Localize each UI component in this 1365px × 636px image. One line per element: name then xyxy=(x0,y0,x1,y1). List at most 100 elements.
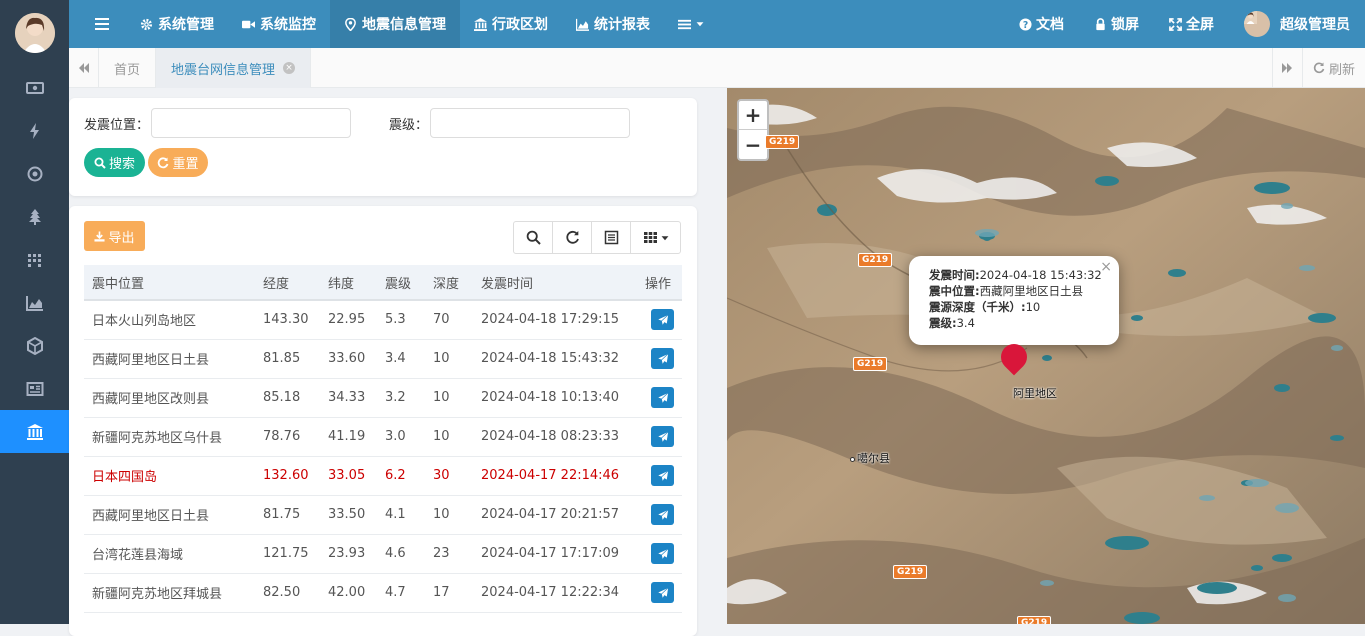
cell-loc: 西藏阿里地区改则县 xyxy=(84,378,255,418)
popup-depth-line: 震源深度（千米）:10 xyxy=(929,299,1119,315)
locate-on-map-button[interactable] xyxy=(651,543,674,564)
export-button[interactable]: 导出 xyxy=(84,221,145,251)
sidebar-item-news[interactable] xyxy=(0,367,69,410)
lock-screen-link[interactable]: 锁屏 xyxy=(1079,0,1154,48)
sidebar-item-bolt[interactable] xyxy=(0,109,69,152)
refresh-tab-button[interactable]: 刷新 xyxy=(1301,48,1365,88)
cell-time: 2024-04-17 17:17:09 xyxy=(473,534,637,574)
paper-plane-icon xyxy=(656,547,669,560)
magnitude-input[interactable] xyxy=(430,108,631,138)
popup-time-label: 发震时间: xyxy=(929,268,980,282)
map-view[interactable]: + − G219 G219 G219 G219 G219 阿里地区 噶尔县 × … xyxy=(727,88,1365,624)
popup-mag-line: 震级:3.4 xyxy=(929,315,1119,331)
locate-on-map-button[interactable] xyxy=(651,465,674,486)
cell-lat: 41.19 xyxy=(320,417,377,457)
paper-plane-icon xyxy=(656,352,669,365)
locate-on-map-button[interactable] xyxy=(651,504,674,525)
locate-on-map-button[interactable] xyxy=(651,348,674,369)
cell-lat: 33.50 xyxy=(320,495,377,535)
tab-home[interactable]: 首页 xyxy=(99,48,157,88)
double-left-icon xyxy=(78,63,89,73)
columns-dropdown-button[interactable] xyxy=(631,222,680,253)
cube-icon xyxy=(26,336,43,355)
road-label: G219 xyxy=(1017,616,1052,624)
tab-earthquake-network[interactable]: 地震台网信息管理 × xyxy=(156,48,312,88)
cell-lng: 85.18 xyxy=(255,378,320,418)
cell-depth: 23 xyxy=(425,534,473,574)
popup-loc-line: 震中位置:西藏阿里地区日土县 xyxy=(929,283,1119,299)
zoom-out-button[interactable]: − xyxy=(739,130,767,159)
area-chart-icon xyxy=(576,18,589,31)
nav-admin-division[interactable]: 行政区划 xyxy=(460,0,562,48)
zoom-in-button[interactable]: + xyxy=(739,101,767,130)
close-tab-icon[interactable]: × xyxy=(283,62,296,74)
table-row: 西藏阿里地区改则县 85.18 34.33 3.2 10 2024-04-18 10:13… xyxy=(84,378,682,418)
reset-button[interactable]: 重置 xyxy=(148,148,208,177)
col-header[interactable]: 纬度 xyxy=(320,265,377,301)
paper-plane-icon xyxy=(656,508,669,521)
sidebar-item-tree[interactable] xyxy=(0,195,69,238)
locate-on-map-button[interactable] xyxy=(651,387,674,408)
cell-action xyxy=(637,417,682,457)
tabs-scroll-left-button[interactable] xyxy=(69,48,99,88)
toggle-search-button[interactable] xyxy=(514,222,553,253)
tabs-scroll-right-button[interactable] xyxy=(1271,48,1302,88)
table-row: 西藏阿里地区日土县 81.75 33.50 4.1 10 2024-04-17 20:21… xyxy=(84,495,682,535)
table-body: 日本火山列岛地区 143.30 22.95 5.3 70 2024-04-18 17:29… xyxy=(84,300,682,613)
table-row: 日本四国岛 132.60 33.05 6.2 30 2024-04-17 22:14:46 xyxy=(84,456,682,496)
popup-loc-label: 震中位置: xyxy=(929,284,980,298)
popup-mag-value: 3.4 xyxy=(956,316,975,330)
cell-lat: 22.95 xyxy=(320,300,377,340)
table-panel: 导出 震中位置 经度 纬度 震级 深度 发震时间 操作 日本火山列岛地区 143… xyxy=(69,206,697,636)
refresh-icon xyxy=(158,156,169,168)
col-header[interactable]: 震级 xyxy=(377,265,425,301)
sidebar-item-money[interactable] xyxy=(0,66,69,109)
sidebar-item-cube[interactable] xyxy=(0,324,69,367)
search-button[interactable]: 搜索 xyxy=(84,148,145,177)
sidebar-item-chart[interactable] xyxy=(0,281,69,324)
cell-mag: 3.0 xyxy=(377,417,425,457)
cell-loc: 西藏阿里地区日土县 xyxy=(84,339,255,379)
col-header[interactable]: 深度 xyxy=(425,265,473,301)
col-header[interactable]: 震中位置 xyxy=(84,265,255,301)
lock-label: 锁屏 xyxy=(1111,17,1139,33)
refresh-icon xyxy=(1313,62,1325,74)
doc-link[interactable]: ? 文档 xyxy=(1004,0,1079,48)
nav-earthquake-info[interactable]: 地震信息管理 xyxy=(330,0,460,48)
avatar[interactable] xyxy=(14,13,55,53)
popup-time-line: 发震时间:2024-04-18 15:43:32 xyxy=(929,267,1119,283)
sidebar-item-bank[interactable] xyxy=(0,410,69,453)
road-label: G219 xyxy=(853,357,888,371)
map-pin-icon xyxy=(345,17,356,31)
cell-depth: 70 xyxy=(425,300,473,340)
location-input[interactable] xyxy=(151,108,352,138)
col-header[interactable]: 经度 xyxy=(255,265,320,301)
tab-label: 首页 xyxy=(114,62,141,78)
sidebar-item-grid[interactable] xyxy=(0,238,69,281)
locate-on-map-button[interactable] xyxy=(651,582,674,603)
toggle-view-button[interactable] xyxy=(592,222,631,253)
cell-mag: 3.4 xyxy=(377,339,425,379)
menu-toggle-button[interactable] xyxy=(87,13,117,35)
nav-system-monitor[interactable]: 系统监控 xyxy=(228,0,330,48)
sidebar-item-target[interactable] xyxy=(0,152,69,195)
bank-icon xyxy=(26,423,43,440)
cell-mag: 3.2 xyxy=(377,378,425,418)
cell-depth: 10 xyxy=(425,495,473,535)
refresh-table-button[interactable] xyxy=(553,222,592,253)
nav-statistics[interactable]: 统计报表 xyxy=(562,0,664,48)
locate-on-map-button[interactable] xyxy=(651,426,674,447)
fullscreen-link[interactable]: 全屏 xyxy=(1154,0,1229,48)
locate-on-map-button[interactable] xyxy=(651,309,674,331)
cell-mag: 4.6 xyxy=(377,534,425,574)
nav-more-dropdown[interactable] xyxy=(664,0,718,48)
road-label: G219 xyxy=(858,253,893,267)
user-menu[interactable]: 超级管理员 xyxy=(1229,0,1365,48)
popup-mag-label: 震级: xyxy=(929,316,957,330)
col-header[interactable]: 发震时间 xyxy=(473,265,637,301)
nav-system-manage[interactable]: 系统管理 xyxy=(126,0,228,48)
popup-close-icon[interactable]: × xyxy=(1100,259,1112,275)
cell-time: 2024-04-18 17:29:15 xyxy=(473,300,637,340)
bank-icon xyxy=(474,17,487,31)
page-tabs-bar: 首页 地震台网信息管理 × 刷新 xyxy=(69,48,1365,88)
